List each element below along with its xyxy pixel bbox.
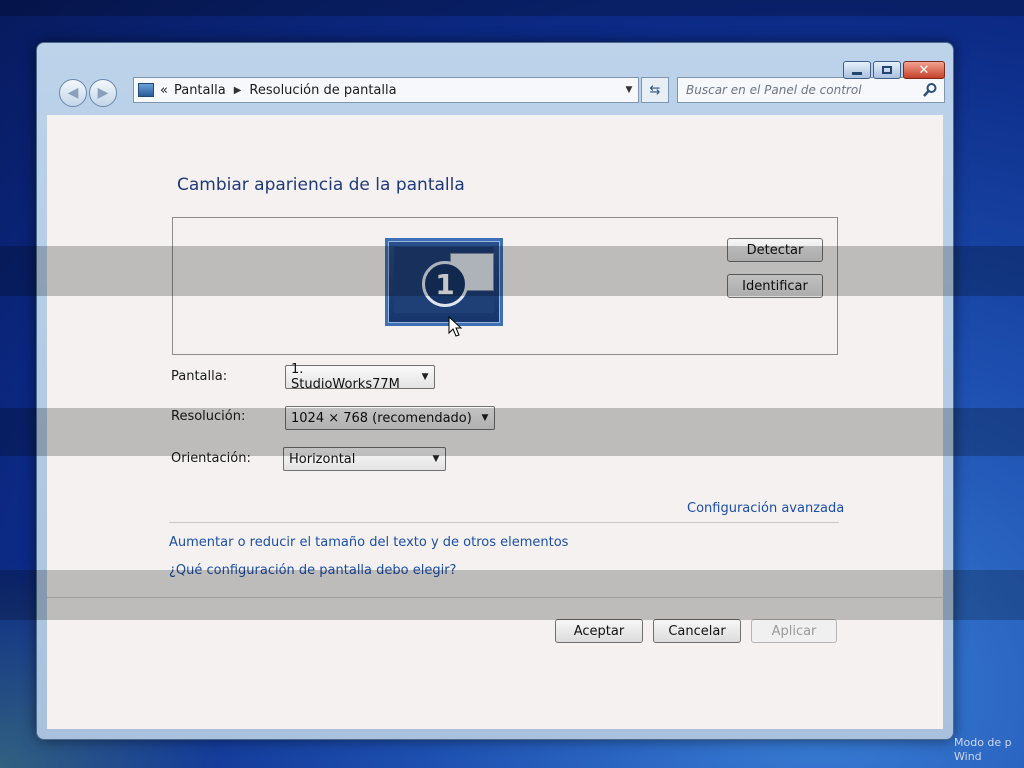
chevron-down-icon: ▼: [421, 372, 429, 382]
orientation-select[interactable]: Horizontal ▼: [283, 447, 446, 471]
identify-button[interactable]: Identificar: [727, 274, 823, 298]
minimize-icon: [852, 71, 862, 75]
resolution-select-value: 1024 × 768 (recomendado): [291, 410, 472, 426]
chevron-down-icon: ▼: [432, 454, 440, 464]
window-controls: ✕: [843, 61, 945, 79]
detect-button[interactable]: Detectar: [727, 238, 823, 262]
page-title: Cambiar apariencia de la pantalla: [177, 175, 465, 195]
desktop-corner-text: Modo de p Wind: [954, 736, 1012, 763]
resolution-label: Resolución:: [171, 409, 246, 424]
resolution-select[interactable]: 1024 × 768 (recomendado) ▼: [285, 406, 495, 430]
content-area: Cambiar apariencia de la pantalla 1 Dete…: [47, 115, 943, 729]
control-panel-icon: [138, 83, 154, 97]
orientation-select-value: Horizontal: [289, 451, 356, 467]
footer-divider: [47, 597, 943, 598]
ok-button[interactable]: Aceptar: [555, 619, 643, 643]
control-panel-window: ◀ ▶ « Pantalla ▶ Resolución de pantalla …: [36, 42, 954, 740]
apply-button[interactable]: Aplicar: [751, 619, 837, 643]
advanced-settings-link[interactable]: Configuración avanzada: [687, 501, 844, 516]
address-dropdown-icon[interactable]: ▼: [620, 85, 638, 95]
maximize-button[interactable]: [873, 61, 901, 79]
scan-band: [0, 0, 1024, 16]
cancel-button[interactable]: Cancelar: [653, 619, 741, 643]
chevron-down-icon: ▼: [481, 413, 489, 423]
refresh-button[interactable]: ⇆: [641, 77, 669, 103]
display-select[interactable]: 1. StudioWorks77M ▼: [285, 362, 435, 392]
display-select-value: 1. StudioWorks77M: [291, 362, 400, 392]
text-size-link[interactable]: Aumentar o reducir el tamaño del texto y…: [169, 535, 568, 550]
mouse-cursor-icon: [448, 316, 462, 337]
section-divider: [169, 522, 839, 523]
refresh-icon: ⇆: [649, 82, 661, 98]
which-settings-link[interactable]: ¿Qué configuración de pantalla debo eleg…: [169, 563, 456, 578]
search-placeholder: Buscar en el Panel de control: [686, 83, 862, 97]
breadcrumb-separator-icon[interactable]: ▶: [234, 85, 242, 96]
minimize-button[interactable]: [843, 61, 871, 79]
forward-arrow-icon: ▶: [97, 85, 109, 101]
address-bar[interactable]: « Pantalla ▶ Resolución de pantalla ▼: [133, 77, 639, 103]
back-arrow-icon: ◀: [67, 85, 79, 101]
display-arrangement-panel: 1 Detectar Identificar: [172, 217, 838, 355]
orientation-label: Orientación:: [171, 451, 251, 466]
maximize-icon: [882, 66, 892, 74]
breadcrumb-overflow[interactable]: «: [160, 83, 168, 98]
search-icon[interactable]: [922, 82, 938, 98]
back-button[interactable]: ◀: [59, 79, 87, 107]
display-label: Pantalla:: [171, 369, 228, 384]
close-icon: ✕: [918, 62, 930, 78]
window-titlebar[interactable]: ◀ ▶ « Pantalla ▶ Resolución de pantalla …: [37, 43, 953, 115]
monitor-icon[interactable]: 1: [385, 238, 503, 326]
monitor-number-badge: 1: [422, 261, 468, 307]
breadcrumb-item-pantalla[interactable]: Pantalla: [174, 83, 226, 98]
breadcrumb-item-resolucion[interactable]: Resolución de pantalla: [249, 83, 396, 98]
search-input[interactable]: Buscar en el Panel de control: [677, 77, 945, 103]
monitor-screen: 1: [394, 247, 494, 313]
close-button[interactable]: ✕: [903, 61, 945, 79]
forward-button[interactable]: ▶: [89, 79, 117, 107]
